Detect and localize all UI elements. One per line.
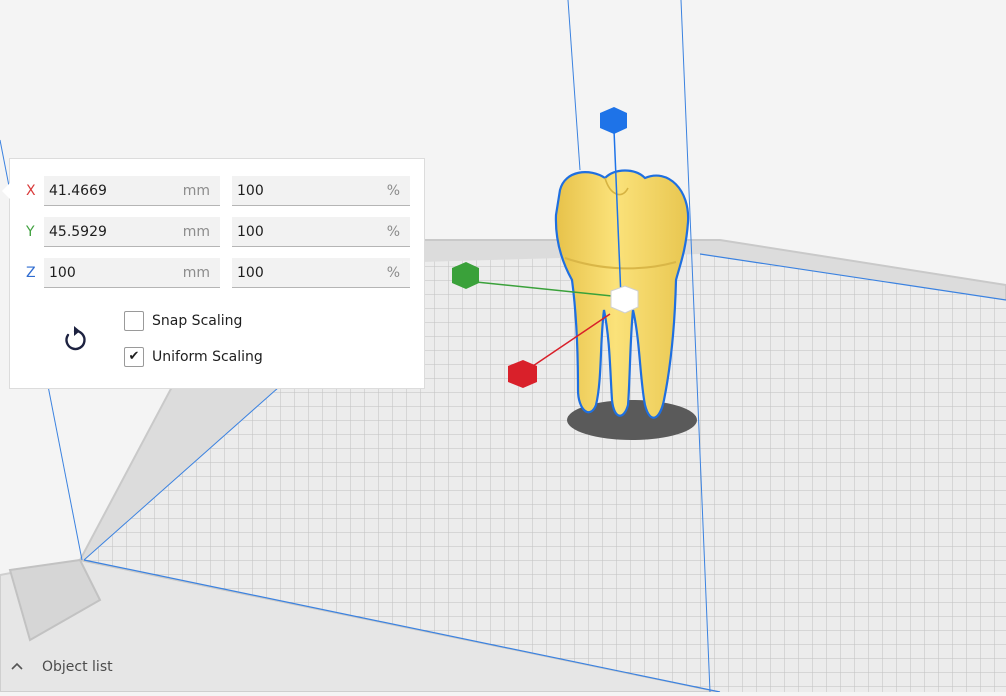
object-list-label: Object list <box>42 659 113 675</box>
y-mm-value: 45.5929 <box>49 224 107 240</box>
z-axis-handle[interactable] <box>600 107 627 134</box>
reset-scale-button[interactable] <box>58 322 92 356</box>
z-mm-unit: mm <box>182 265 210 281</box>
x-percent-input[interactable]: 100 % <box>232 176 410 206</box>
uniform-scaling-option[interactable]: ✔ Uniform Scaling <box>124 346 263 368</box>
scale-tool-panel: X 41.4669 mm 100 % Y 45.5929 mm 100 % Z … <box>2 158 425 389</box>
axis-label-y: Y <box>26 224 35 240</box>
uniform-scaling-checkbox[interactable]: ✔ <box>124 347 144 367</box>
y-percent-input[interactable]: 100 % <box>232 217 410 247</box>
snap-scaling-checkbox[interactable] <box>124 311 144 331</box>
z-percent-input[interactable]: 100 % <box>232 258 410 288</box>
y-mm-unit: mm <box>182 224 210 240</box>
x-percent-unit: % <box>386 183 400 199</box>
reset-rotate-icon <box>65 326 86 351</box>
axis-label-z: Z <box>26 265 36 281</box>
snap-scaling-label: Snap Scaling <box>152 313 243 329</box>
chevron-up-icon <box>11 662 23 670</box>
panel-pointer <box>2 183 10 199</box>
x-mm-input[interactable]: 41.4669 mm <box>44 176 220 206</box>
x-percent-value: 100 <box>237 183 264 199</box>
y-percent-value: 100 <box>237 224 264 240</box>
z-percent-value: 100 <box>237 265 264 281</box>
snap-scaling-option[interactable]: Snap Scaling <box>124 310 242 332</box>
y-mm-input[interactable]: 45.5929 mm <box>44 217 220 247</box>
z-percent-unit: % <box>386 265 400 281</box>
x-mm-value: 41.4669 <box>49 183 107 199</box>
y-percent-unit: % <box>386 224 400 240</box>
uniform-scaling-label: Uniform Scaling <box>152 349 263 365</box>
x-mm-unit: mm <box>182 183 210 199</box>
uniform-scale-handle[interactable] <box>610 285 639 314</box>
z-mm-input[interactable]: 100 mm <box>44 258 220 288</box>
object-list-toggle[interactable]: Object list <box>10 656 113 678</box>
z-mm-value: 100 <box>49 265 76 281</box>
axis-label-x: X <box>26 183 36 199</box>
